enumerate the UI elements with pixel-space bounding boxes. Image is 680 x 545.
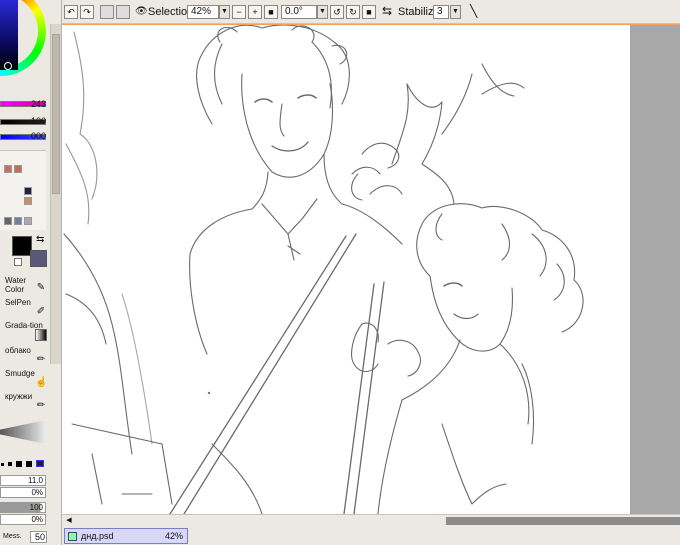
swatch[interactable] <box>14 165 22 173</box>
horizontal-scrollbar-thumb[interactable] <box>446 517 680 525</box>
brush-param-3[interactable]: 100 <box>0 502 46 513</box>
stabilizer-field[interactable]: 3 <box>433 5 449 19</box>
brush-param-2[interactable]: 0% <box>0 487 46 498</box>
tool-label: Water Color <box>5 276 27 294</box>
brush-size-dot[interactable] <box>1 463 4 466</box>
rotate-left-icon[interactable]: ↺ <box>330 5 344 19</box>
mess-label: Mess. <box>3 533 22 540</box>
document-tab-bar: днд.psd 42% <box>62 527 680 545</box>
zoom-reset-icon[interactable]: ■ <box>264 5 278 19</box>
hue-value: 243 <box>30 99 46 109</box>
mess-value-field[interactable]: 50 <box>30 531 47 543</box>
foreground-color[interactable] <box>12 236 32 256</box>
swap-colors-icon[interactable]: ⇆ <box>36 234 44 245</box>
brush-size-field[interactable]: 11.0 <box>0 475 46 486</box>
view-icon[interactable]: 👁 <box>135 6 148 17</box>
redo-icon[interactable]: ↷ <box>80 5 94 19</box>
swatch[interactable] <box>24 217 32 225</box>
sketch-drawing <box>63 24 584 514</box>
swatch[interactable] <box>4 217 12 225</box>
gradient-icon <box>35 329 47 341</box>
zoom-dropdown-icon[interactable]: ▼ <box>219 5 230 19</box>
zoom-out-icon[interactable]: − <box>232 5 246 19</box>
document-icon <box>68 532 77 541</box>
brush-icon: ✎ <box>36 282 46 293</box>
brush-size-dot[interactable] <box>26 461 32 467</box>
smudge-icon: ☝ <box>35 377 48 388</box>
brush-size-dot[interactable] <box>16 461 22 467</box>
tool-label: облако <box>5 346 31 355</box>
brush-param-4[interactable]: 0% <box>0 514 46 525</box>
color-swatches <box>0 150 46 230</box>
canvas-area[interactable] <box>62 24 680 514</box>
stabilizer-dropdown-icon[interactable]: ▼ <box>450 5 461 19</box>
selection-pen-icon: ✐ <box>36 306 46 317</box>
panel-scrollbar-thumb[interactable] <box>52 34 60 194</box>
drawing-canvas[interactable] <box>62 24 630 514</box>
tool-smudge[interactable]: Smudge ☝ <box>5 369 47 388</box>
tool-label: SelPen <box>5 298 31 307</box>
document-zoom: 42% <box>164 531 183 541</box>
brush-size-dot[interactable] <box>8 462 12 466</box>
rotation-dropdown-icon[interactable]: ▼ <box>317 5 328 19</box>
zoom-field[interactable]: 42% <box>187 5 219 19</box>
pencil-icon: ✏ <box>36 354 46 365</box>
tool-gradation[interactable]: Grada-tion <box>5 321 47 341</box>
saturation-value: 100 <box>30 116 46 126</box>
brush-size-presets <box>0 460 46 468</box>
value-value: 000 <box>30 131 46 141</box>
swatch[interactable] <box>14 217 22 225</box>
flip-icon[interactable]: ⇆ <box>382 4 392 18</box>
stabilizer-line-icon[interactable]: ╲ <box>470 4 477 18</box>
tool-kruzhzhi[interactable]: кружжи ✏ <box>5 392 47 411</box>
document-name: днд.psd <box>81 531 114 541</box>
panel-scrollbar[interactable] <box>50 24 61 364</box>
rotate-right-icon[interactable]: ↻ <box>346 5 360 19</box>
invert-selection-button[interactable] <box>116 5 130 19</box>
pencil-icon: ✏ <box>36 400 46 411</box>
document-tab[interactable]: днд.psd 42% <box>64 528 188 544</box>
tool-selpen[interactable]: SelPen ✐ <box>5 298 47 317</box>
top-toolbar: ↶ ↷ 👁 Selection 42% ▼ − + ■ 0.0° ▼ ↺ ↻ ■… <box>62 0 680 24</box>
canvas-top-border <box>62 24 680 25</box>
undo-icon[interactable]: ↶ <box>64 5 78 19</box>
tool-watercolor[interactable]: Water Color ✎ <box>5 276 47 294</box>
tool-label: Smudge <box>5 369 35 378</box>
deselect-button[interactable] <box>100 5 114 19</box>
reset-colors-icon[interactable] <box>14 258 22 266</box>
tool-label: кружжи <box>5 392 33 401</box>
saturation-value-square[interactable] <box>0 0 18 70</box>
scroll-left-icon[interactable]: ◀ <box>64 516 74 526</box>
rotation-field[interactable]: 0.0° <box>281 5 317 19</box>
swatch[interactable] <box>24 197 32 205</box>
brush-size-dot[interactable] <box>36 460 44 467</box>
horizontal-scrollbar[interactable]: ◀ <box>62 514 680 526</box>
zoom-in-icon[interactable]: + <box>248 5 262 19</box>
tool-oblako[interactable]: облако ✏ <box>5 346 47 365</box>
swatch[interactable] <box>24 187 32 195</box>
rotate-reset-icon[interactable]: ■ <box>362 5 376 19</box>
background-color[interactable] <box>30 250 47 267</box>
swatch[interactable] <box>4 165 12 173</box>
color-picker-cursor[interactable] <box>4 62 12 70</box>
brush-stroke-preview <box>0 420 46 444</box>
left-tool-panel: 243 100 000 ⇆ Water Color ✎ SelPen ✐ Gra… <box>0 0 62 545</box>
